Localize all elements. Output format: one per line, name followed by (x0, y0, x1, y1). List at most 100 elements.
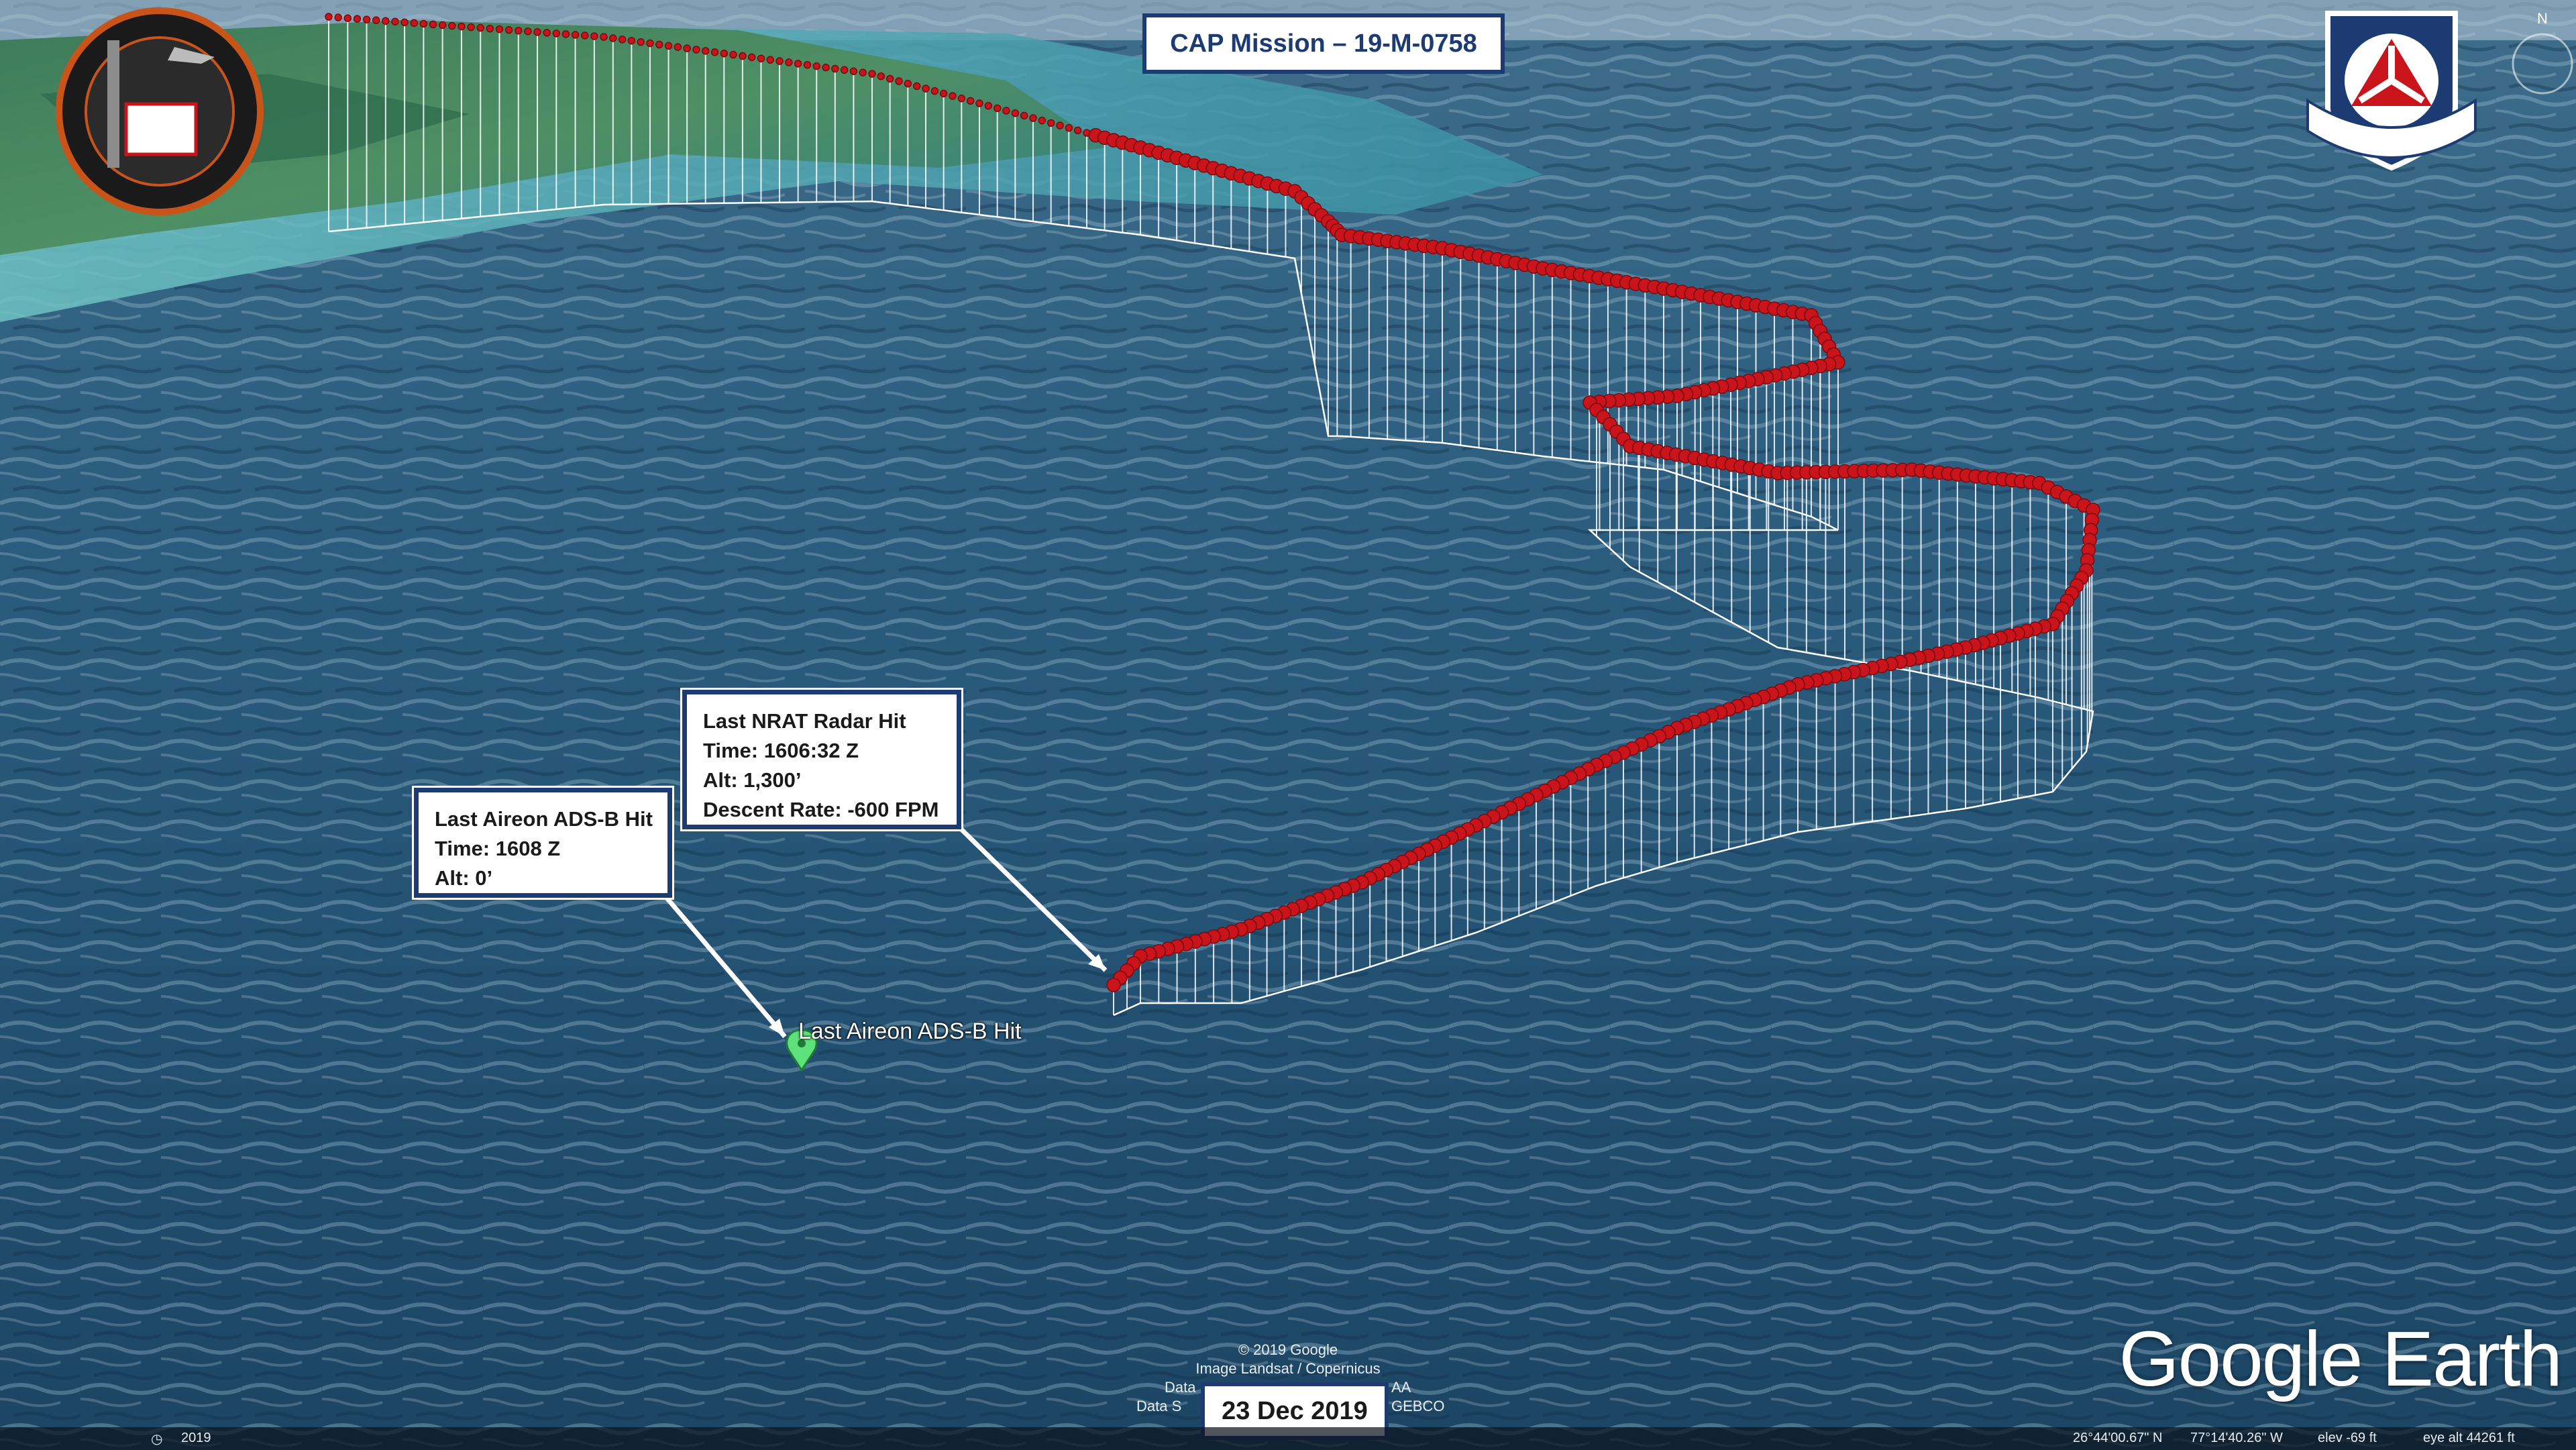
radar-hit-point (400, 18, 409, 27)
radar-hit-point (1065, 123, 1073, 132)
radar-hit-point (710, 48, 719, 56)
radar-hit-point (438, 21, 447, 30)
radar-hit-point (831, 64, 839, 73)
credit-data-source-left: Data S (1136, 1398, 1182, 1414)
adsb-callout-heading: Last Aireon ADS-B Hit (435, 807, 653, 831)
radar-hit-point (930, 87, 939, 95)
radar-hit-point (476, 23, 484, 32)
radar-hit-point (975, 99, 983, 107)
radar-hit-point (674, 43, 682, 51)
radar-hit-point (627, 36, 636, 45)
radar-hit-point (949, 92, 957, 100)
radar-hit-point (794, 60, 802, 68)
radar-hit-point (515, 26, 523, 35)
north-icon: N (2537, 10, 2548, 27)
radar-hit-point (822, 63, 830, 72)
radar-hit-point (785, 58, 793, 66)
radar-tower-icon (107, 40, 119, 168)
radar-callout-time: Time: 1606:32 Z (703, 739, 859, 762)
radar-hit-point (885, 74, 894, 83)
radar-hit-point (343, 14, 352, 22)
google-earth-logo: Google Earth (2118, 1315, 2563, 1402)
radar-hit-point (840, 66, 849, 74)
adsb-callout-time: Time: 1608 Z (435, 837, 561, 860)
radar-hit-point (895, 77, 903, 85)
radar-hit-point (561, 30, 570, 38)
placemark-label[interactable]: Last Aireon ADS-B Hit (798, 1019, 1022, 1045)
credit-data-source-right: GEBCO (1391, 1398, 1445, 1414)
radar-hit-point (495, 25, 504, 34)
radar-hit-point (1056, 121, 1064, 130)
radar-hit-point (1046, 119, 1055, 127)
radar-hit-point (701, 47, 710, 55)
radar-hit-point (486, 24, 494, 33)
radar-hit-point (504, 25, 513, 34)
imagery-year[interactable]: 2019 (181, 1431, 211, 1446)
eye-altitude-readout: eye alt 44261 ft (2423, 1431, 2515, 1445)
radar-hit-point (382, 17, 390, 25)
radar-hit-point (353, 15, 362, 23)
radar-hit-point (543, 29, 551, 37)
radar-hit-point (729, 50, 737, 59)
radar-hit-point (1002, 107, 1010, 115)
radar-hit-point (812, 62, 820, 70)
radar-hit-point (1073, 126, 1082, 135)
radar-hit-point (571, 31, 580, 39)
credit-data-right: AA (1391, 1379, 1411, 1396)
mission-title: CAP Mission – 19-M-0758 (1142, 13, 1505, 74)
longitude-readout: 77°14'40.26" W (2190, 1431, 2283, 1445)
radar-callout-heading: Last NRAT Radar Hit (703, 709, 906, 733)
radar-hit-point (966, 97, 975, 105)
radar-hit-point (590, 32, 598, 40)
radar-hit-point (859, 68, 867, 76)
radar-hit-point (618, 36, 627, 44)
radar-hit-point (1029, 114, 1037, 122)
adsb-hit-callout: Last Aireon ADS-B Hit Time: 1608 Z Alt: … (414, 788, 672, 898)
radar-hit-point (419, 19, 428, 28)
radar-hit-point (664, 42, 673, 50)
radar-hit-point (747, 53, 756, 62)
elevation-readout: elev -69 ft (2318, 1431, 2377, 1445)
adsb-callout-alt: Alt: 0’ (435, 866, 493, 890)
radar-hit-point (600, 33, 608, 41)
radar-hit-point (984, 101, 993, 110)
radar-hit-point (552, 30, 561, 38)
radar-hit-point (739, 52, 747, 60)
status-bar: ◷ 2019 26°44'00.67" N 77°14'40.26" W ele… (0, 1427, 2576, 1450)
radar-hit-point (692, 46, 700, 54)
radar-hit-point (448, 21, 456, 30)
radar-callout-alt: Alt: 1,300’ (703, 768, 802, 792)
radar-hit-point (912, 82, 921, 91)
radar-hit-point (849, 67, 858, 75)
radar-hit-point (904, 79, 912, 88)
radar-hit-point (683, 44, 691, 52)
radar-hit-point (410, 19, 418, 28)
credit-imagery: Image Landsat / Copernicus (1195, 1360, 1381, 1377)
radar-hit-point (533, 28, 541, 36)
radar-hit-point (939, 89, 948, 98)
historical-imagery-icon[interactable]: ◷ (151, 1431, 162, 1447)
radar-callout-descent: Descent Rate: -600 FPM (703, 798, 939, 821)
radar-hit-point (655, 40, 663, 49)
radar-hit-point (429, 20, 437, 29)
radar-hit-point (325, 13, 333, 21)
radar-hit-point (1011, 109, 1020, 117)
radar-hit-point (458, 22, 466, 31)
radar-hit-point (720, 49, 729, 58)
radar-hit-point (467, 23, 475, 32)
radar-hit-point (334, 13, 342, 21)
radar-hit-point (372, 16, 380, 24)
radar-hit-point (1038, 116, 1046, 125)
radar-hit-point (957, 94, 966, 103)
map-view[interactable]: N (0, 0, 2576, 1450)
radar-hit-point (803, 60, 812, 69)
radar-hit-point (391, 17, 399, 25)
credit-copyright: © 2019 Google (1238, 1341, 1338, 1358)
radar-hit-point (922, 85, 930, 93)
radar-hit-point (580, 32, 589, 40)
radar-hit-point (646, 39, 654, 48)
nrat-logo (56, 7, 264, 215)
radar-hit-point (609, 34, 617, 42)
radar-hit-point (1020, 111, 1028, 120)
radar-hit-point (877, 72, 885, 81)
